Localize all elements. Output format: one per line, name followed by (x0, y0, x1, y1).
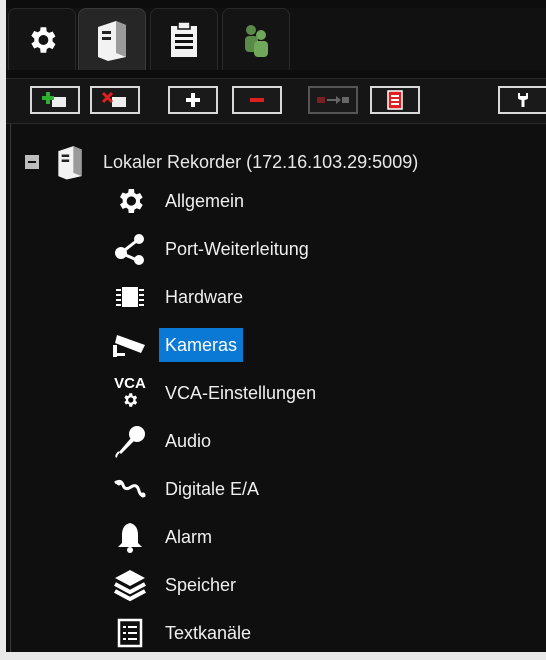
vca-icon-text: VCA (114, 375, 146, 392)
tree-item-kameras[interactable]: Kameras (107, 324, 244, 366)
chip-icon (107, 276, 153, 318)
tree-item-label: Allgemein (165, 191, 245, 211)
layers-icon (107, 564, 153, 606)
tree-item-label: Kameras (159, 328, 244, 362)
transfer-icon (317, 96, 349, 104)
tree-root-label: Lokaler Rekorder (172.16.103.29:5009) (103, 151, 419, 172)
tab-users[interactable] (222, 8, 290, 70)
gear-icon (31, 26, 56, 53)
tree-item-label: Port-Weiterleitung (165, 239, 309, 259)
share-icon (107, 228, 153, 270)
minus-icon (250, 98, 264, 102)
document-button[interactable] (370, 86, 420, 114)
transfer-button[interactable] (308, 86, 358, 114)
recorder-icon (98, 20, 126, 61)
tab-bar (6, 8, 546, 70)
remove-recorder-icon (101, 91, 126, 107)
remove-recorder-button[interactable] (90, 86, 140, 114)
add-button[interactable] (168, 86, 218, 114)
tools-button[interactable] (498, 86, 546, 114)
tree-item-textkanaele[interactable]: Textkanäle (107, 612, 257, 654)
tree-item-port-weiterleitung[interactable]: Port-Weiterleitung (107, 228, 315, 270)
microphone-icon (107, 420, 153, 462)
tab-settings[interactable] (8, 8, 76, 70)
tree-item-label: Hardware (165, 287, 244, 307)
plus-icon (186, 93, 200, 107)
tree-root[interactable]: Lokaler Rekorder (172.16.103.29:5009) (25, 142, 418, 182)
clipboard-icon (171, 21, 197, 57)
settings-tree: Lokaler Rekorder (172.16.103.29:5009) Al… (10, 124, 546, 652)
gear-icon (107, 180, 153, 222)
document-icon (387, 90, 403, 110)
tree-item-speicher[interactable]: Speicher (107, 564, 242, 606)
collapse-toggle[interactable] (25, 155, 39, 169)
users-icon (245, 24, 268, 57)
window-frame-bottom (0, 652, 546, 660)
tree-item-audio[interactable]: Audio (107, 420, 217, 462)
tab-recorder[interactable] (78, 8, 146, 70)
camera-icon (107, 324, 153, 366)
add-recorder-button[interactable] (30, 86, 80, 114)
tree-item-label: Speicher (165, 575, 237, 595)
tree-item-alarm[interactable]: Alarm (107, 516, 218, 558)
tree-item-label: Alarm (165, 527, 213, 547)
tree-item-label: Textkanäle (165, 623, 252, 643)
tree-item-digitale-ea[interactable]: Digitale E/A (107, 468, 265, 510)
tree-item-allgemein[interactable]: Allgemein (107, 180, 250, 222)
recorder-icon (58, 146, 82, 180)
add-recorder-icon (42, 92, 66, 107)
wrench-icon (518, 93, 528, 107)
toolbar (6, 78, 546, 124)
tab-reports[interactable] (150, 8, 218, 70)
vca-icon: VCA (107, 372, 153, 414)
tree-item-label: Audio (165, 431, 212, 451)
tree-item-vca-einstellungen[interactable]: VCA VCA-Einstellungen (107, 372, 322, 414)
tree-item-label: Digitale E/A (165, 479, 260, 499)
text-channel-icon (107, 612, 153, 654)
signal-icon (107, 468, 153, 510)
tree-item-label: VCA-Einstellungen (165, 383, 317, 403)
bell-icon (107, 516, 153, 558)
tree-item-hardware[interactable]: Hardware (107, 276, 249, 318)
remove-button[interactable] (232, 86, 282, 114)
